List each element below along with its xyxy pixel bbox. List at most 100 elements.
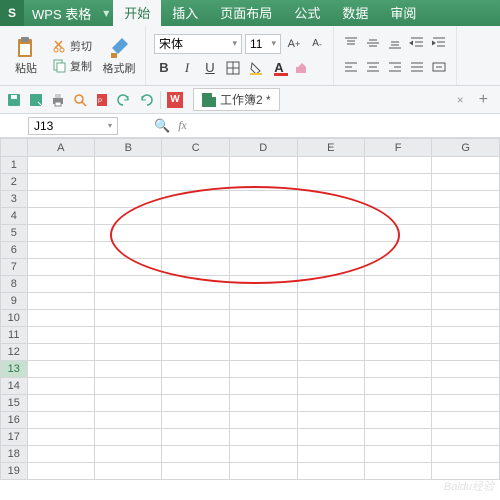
cell-C7[interactable] xyxy=(162,259,230,276)
cell-F11[interactable] xyxy=(364,327,431,344)
row-header-12[interactable]: 12 xyxy=(1,344,28,361)
cell-F5[interactable] xyxy=(364,225,431,242)
decrease-font-button[interactable]: A- xyxy=(307,34,327,54)
align-bottom-button[interactable] xyxy=(386,34,406,54)
cell-E4[interactable] xyxy=(297,208,364,225)
cell-D8[interactable] xyxy=(229,276,297,293)
search-icon[interactable]: 🔍 xyxy=(154,118,170,134)
cell-A11[interactable] xyxy=(27,327,94,344)
cell-B12[interactable] xyxy=(95,344,162,361)
cell-C17[interactable] xyxy=(162,429,230,446)
cell-D13[interactable] xyxy=(229,361,297,378)
row-header-9[interactable]: 9 xyxy=(1,293,28,310)
tab-开始[interactable]: 开始 xyxy=(113,0,161,26)
tab-审阅[interactable]: 审阅 xyxy=(379,0,427,26)
cell-E13[interactable] xyxy=(297,361,364,378)
cell-E3[interactable] xyxy=(297,191,364,208)
cell-C13[interactable] xyxy=(162,361,230,378)
cell-F10[interactable] xyxy=(364,310,431,327)
cell-B8[interactable] xyxy=(95,276,162,293)
copy-button[interactable]: 复制 xyxy=(50,57,95,75)
cell-D5[interactable] xyxy=(229,225,297,242)
row-header-2[interactable]: 2 xyxy=(1,174,28,191)
fx-icon[interactable]: fx xyxy=(178,118,187,133)
cell-C14[interactable] xyxy=(162,378,230,395)
cell-A14[interactable] xyxy=(27,378,94,395)
cell-G13[interactable] xyxy=(432,361,500,378)
cell-C15[interactable] xyxy=(162,395,230,412)
underline-button[interactable]: U xyxy=(200,58,220,78)
cut-button[interactable]: 剪切 xyxy=(50,37,95,55)
cell-A9[interactable] xyxy=(27,293,94,310)
cell-B9[interactable] xyxy=(95,293,162,310)
cell-G14[interactable] xyxy=(432,378,500,395)
cell-C5[interactable] xyxy=(162,225,230,242)
cell-B6[interactable] xyxy=(95,242,162,259)
row-header-16[interactable]: 16 xyxy=(1,412,28,429)
cell-B2[interactable] xyxy=(95,174,162,191)
row-header-13[interactable]: 13 xyxy=(1,361,28,378)
cell-B14[interactable] xyxy=(95,378,162,395)
select-all-corner[interactable] xyxy=(1,139,28,157)
cell-A18[interactable] xyxy=(27,446,94,463)
borders-button[interactable] xyxy=(223,58,243,78)
cell-E10[interactable] xyxy=(297,310,364,327)
cell-D15[interactable] xyxy=(229,395,297,412)
col-header-C[interactable]: C xyxy=(162,139,230,157)
cell-G8[interactable] xyxy=(432,276,500,293)
cell-A10[interactable] xyxy=(27,310,94,327)
cell-A6[interactable] xyxy=(27,242,94,259)
cell-F4[interactable] xyxy=(364,208,431,225)
cell-G10[interactable] xyxy=(432,310,500,327)
cell-C8[interactable] xyxy=(162,276,230,293)
cell-G5[interactable] xyxy=(432,225,500,242)
cell-A13[interactable] xyxy=(27,361,94,378)
row-header-11[interactable]: 11 xyxy=(1,327,28,344)
cell-D1[interactable] xyxy=(229,157,297,174)
cell-G2[interactable] xyxy=(432,174,500,191)
tab-页面布局[interactable]: 页面布局 xyxy=(209,0,283,26)
increase-font-button[interactable]: A+ xyxy=(284,34,304,54)
row-header-5[interactable]: 5 xyxy=(1,225,28,242)
cell-F12[interactable] xyxy=(364,344,431,361)
cell-G12[interactable] xyxy=(432,344,500,361)
paste-button[interactable]: 粘贴 xyxy=(6,28,46,83)
cell-E15[interactable] xyxy=(297,395,364,412)
row-header-18[interactable]: 18 xyxy=(1,446,28,463)
cell-G3[interactable] xyxy=(432,191,500,208)
cell-B18[interactable] xyxy=(95,446,162,463)
cell-G18[interactable] xyxy=(432,446,500,463)
cell-E14[interactable] xyxy=(297,378,364,395)
cell-F6[interactable] xyxy=(364,242,431,259)
row-header-7[interactable]: 7 xyxy=(1,259,28,276)
cell-D17[interactable] xyxy=(229,429,297,446)
cell-B11[interactable] xyxy=(95,327,162,344)
cell-E7[interactable] xyxy=(297,259,364,276)
spreadsheet-grid[interactable]: ABCDEFG12345678910111213141516171819 xyxy=(0,138,500,480)
cell-C12[interactable] xyxy=(162,344,230,361)
cell-D19[interactable] xyxy=(229,463,297,480)
cell-A7[interactable] xyxy=(27,259,94,276)
cell-A12[interactable] xyxy=(27,344,94,361)
cell-E12[interactable] xyxy=(297,344,364,361)
cell-A16[interactable] xyxy=(27,412,94,429)
cell-B4[interactable] xyxy=(95,208,162,225)
format-painter-button[interactable]: 格式刷 xyxy=(99,28,139,83)
cell-B13[interactable] xyxy=(95,361,162,378)
cell-B19[interactable] xyxy=(95,463,162,480)
name-box[interactable]: J13 ▾ xyxy=(28,117,118,135)
cell-E5[interactable] xyxy=(297,225,364,242)
cell-C6[interactable] xyxy=(162,242,230,259)
cell-D18[interactable] xyxy=(229,446,297,463)
cell-C18[interactable] xyxy=(162,446,230,463)
cell-C16[interactable] xyxy=(162,412,230,429)
align-center-button[interactable] xyxy=(364,58,384,78)
cell-B10[interactable] xyxy=(95,310,162,327)
bold-button[interactable]: B xyxy=(154,58,174,78)
cell-F2[interactable] xyxy=(364,174,431,191)
cell-B3[interactable] xyxy=(95,191,162,208)
cell-D3[interactable] xyxy=(229,191,297,208)
cell-G19[interactable] xyxy=(432,463,500,480)
cell-G7[interactable] xyxy=(432,259,500,276)
italic-button[interactable]: I xyxy=(177,58,197,78)
